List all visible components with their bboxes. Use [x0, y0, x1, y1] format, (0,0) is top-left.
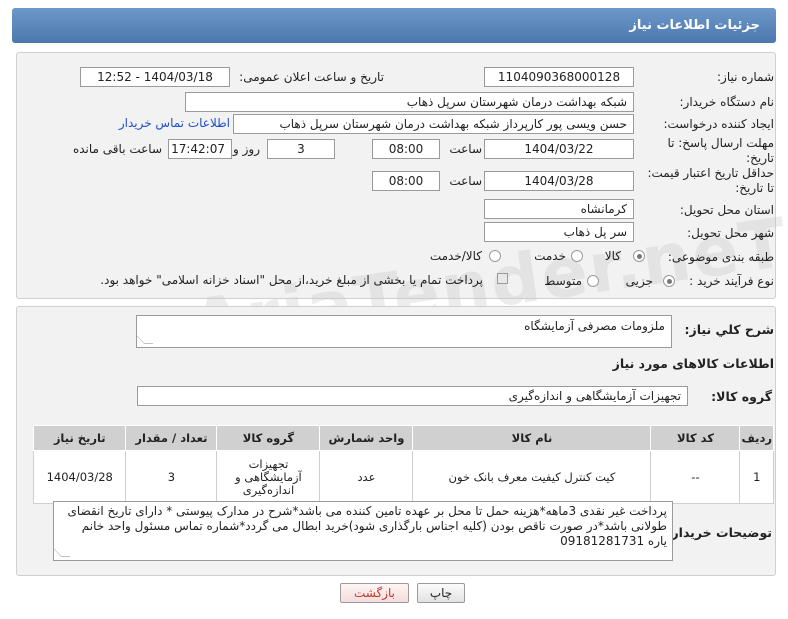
col-header-unit: واحد شمارش: [319, 425, 414, 451]
remaining-time-field: 17:42:07: [168, 139, 232, 159]
cell-unit: عدد: [319, 450, 414, 504]
requester-label: ایجاد کننده درخواست:: [663, 117, 774, 131]
cell-qty: 3: [125, 450, 218, 504]
general-desc-text: ملزومات مصرفی آزمایشگاه: [524, 319, 665, 333]
back-button[interactable]: بازگشت: [340, 583, 409, 603]
col-header-code: کد کالا: [650, 425, 741, 451]
category-service-label: خدمت: [534, 249, 566, 263]
need-number-field: 1104090368000128: [484, 67, 634, 87]
table-row[interactable]: 1 -- کیت کنترل کیفیت معرف بانک خون عدد ت…: [32, 450, 774, 504]
cell-row: 1: [739, 450, 774, 504]
col-header-qty: تعداد / مقدار: [125, 425, 218, 451]
requester-field: حسن ویسی پور کارپرداز شبکه بهداشت درمان …: [233, 114, 634, 134]
category-radio-goods[interactable]: [633, 250, 645, 262]
items-section-title: اطلاعات کالاهای مورد نیاز: [612, 356, 774, 371]
category-label: طبقه بندی موضوعی:: [667, 250, 774, 264]
province-field: کرمانشاه: [484, 199, 634, 219]
col-header-date: تاریخ نیاز: [32, 425, 127, 451]
cell-name: کیت کنترل کیفیت معرف بانک خون: [412, 450, 652, 504]
reply-deadline-label: مهلت ارسال پاسخ: تا تاریخ:: [667, 136, 774, 165]
resize-grip-icon: [135, 335, 154, 344]
payment-note: پرداخت تمام یا بخشی از مبلغ خرید،از محل …: [100, 273, 483, 287]
city-label: شهر محل تحویل:: [687, 226, 774, 240]
days-field: 3: [267, 139, 335, 159]
category-goods-label: کالا: [604, 249, 621, 263]
page-header: جزئیات اطلاعات نیاز: [12, 8, 776, 43]
purchase-minor-label: جزیی: [625, 274, 653, 288]
province-label: استان محل تحویل:: [679, 203, 774, 217]
city-field: سر پل ذهاب: [484, 222, 634, 242]
category-radio-goods-service[interactable]: [489, 250, 501, 262]
price-validity-label: حداقل تاریخ اعتبار قیمت: تا تاریخ:: [647, 166, 774, 195]
category-goods-service-label: کالا/خدمت: [429, 249, 482, 263]
category-radio-service[interactable]: [571, 250, 583, 262]
buyer-org-label: نام دستگاه خریدار:: [679, 95, 775, 109]
days-and-label: روز و: [233, 142, 260, 156]
validity-date-field: 1404/03/28: [484, 171, 634, 191]
purchase-type-label: نوع فرآیند خرید :: [689, 274, 774, 288]
purchase-radio-minor[interactable]: [663, 275, 675, 287]
col-header-row: ردیف: [739, 425, 774, 451]
resize-grip-icon: [54, 548, 71, 557]
print-button[interactable]: چاپ: [417, 583, 465, 603]
cell-group: تجهیزات آزمایشگاهی و اندازه‌گیری: [216, 450, 321, 504]
reply-time-field: 08:00: [372, 139, 440, 159]
hours-remaining-label: ساعت باقی مانده: [72, 142, 162, 156]
cell-code: --: [650, 450, 741, 504]
general-desc-textarea[interactable]: ملزومات مصرفی آزمایشگاه: [135, 315, 672, 348]
purchase-radio-medium[interactable]: [587, 275, 599, 287]
buyer-org-field: شبکه بهداشت درمان شهرستان سرپل ذهاب: [185, 92, 634, 112]
col-header-group: گروه کالا: [216, 425, 321, 451]
buyer-contact-link[interactable]: اطلاعات تماس خریدار: [119, 116, 230, 130]
purchase-medium-label: متوسط: [544, 274, 582, 288]
buyer-notes-label: توضیحات خریدار:: [666, 525, 772, 540]
announce-datetime-label: تاریخ و ساعت اعلان عمومی:: [239, 70, 384, 84]
buyer-notes-textarea[interactable]: پرداخت غیر نقدی 3ماهه*هزینه حمل تا محل ب…: [53, 501, 673, 561]
need-number-label: شماره نیاز:: [717, 70, 774, 84]
general-desc-label: شرح کلي نياز:: [684, 322, 774, 337]
items-table: ردیف کد کالا نام کالا واحد شمارش گروه کا…: [32, 425, 774, 504]
announce-datetime-field: 1404/03/18 - 12:52: [80, 67, 230, 87]
buyer-notes-text: پرداخت غیر نقدی 3ماهه*هزینه حمل تا محل ب…: [67, 504, 667, 548]
goods-group-field: تجهیزات آزمایشگاهی و اندازه‌گیری: [137, 386, 688, 406]
treasury-checkbox[interactable]: [497, 273, 508, 284]
validity-time-field: 08:00: [372, 171, 440, 191]
reply-time-label: ساعت: [449, 142, 482, 156]
reply-date-field: 1404/03/22: [484, 139, 634, 159]
col-header-name: نام کالا: [412, 425, 652, 451]
table-header-row: ردیف کد کالا نام کالا واحد شمارش گروه کا…: [32, 425, 774, 451]
validity-time-label: ساعت: [449, 174, 482, 188]
cell-date: 1404/03/28: [32, 450, 127, 504]
goods-group-label: گروه کالا:: [711, 389, 772, 404]
